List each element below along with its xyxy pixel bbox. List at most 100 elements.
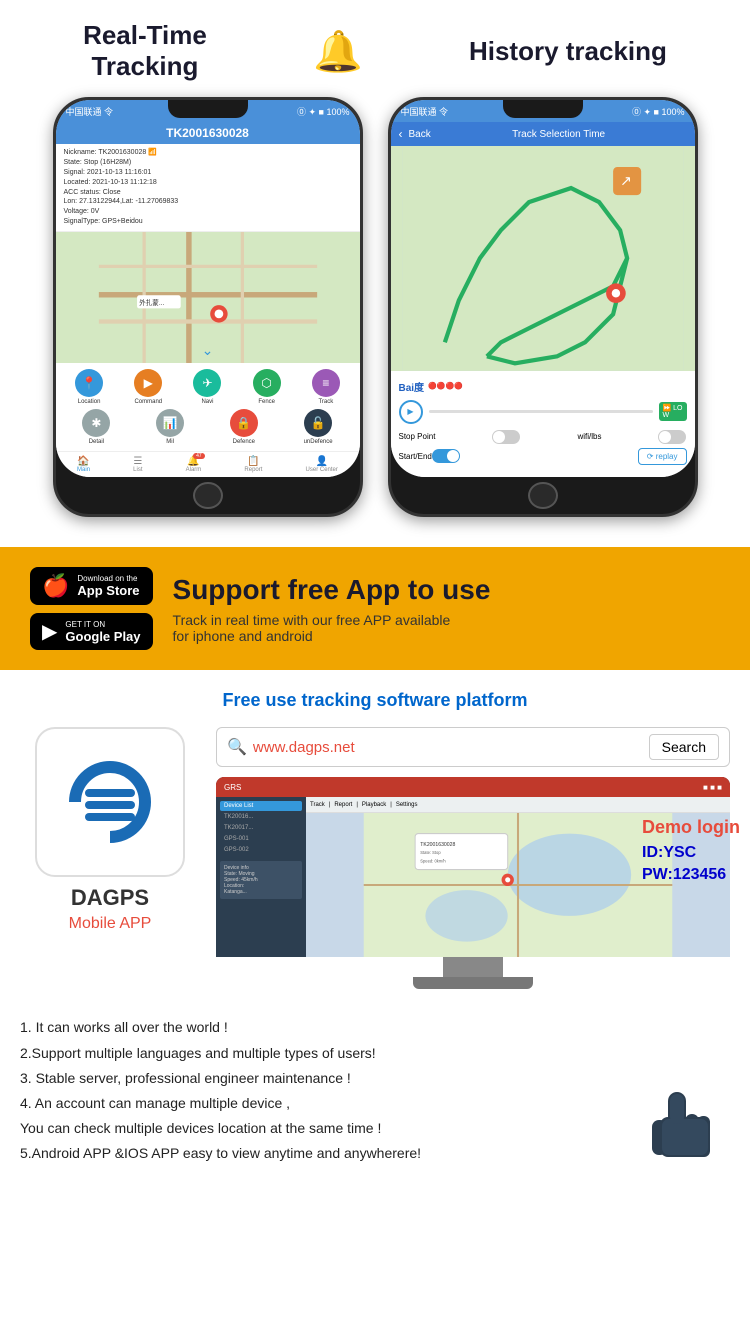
gps-sidebar-item[interactable]: GPS-001: [220, 834, 302, 844]
real-time-title: Real-TimeTracking: [83, 20, 207, 82]
svg-text:外扎蒙...: 外扎蒙...: [139, 298, 164, 307]
google-play-line1: GET IT ON: [65, 620, 140, 629]
demo-login-title: Demo login: [642, 817, 740, 838]
google-play-button[interactable]: ▶ GET IT ON Google Play: [30, 613, 153, 650]
feature-item-1: 1. It can works all over the world !: [20, 1015, 730, 1040]
right-phone-header: ‹ Back Track Selection Time: [391, 122, 695, 146]
app-store-line1: Download on the: [77, 574, 139, 583]
feature-item-3: 3. Stable server, professional engineer …: [20, 1066, 730, 1091]
gps-sidebar-item[interactable]: TK20017...: [220, 823, 302, 833]
svg-text:Speed: 0km/h: Speed: 0km/h: [420, 859, 446, 864]
start-end-label: Start/End: [399, 452, 432, 461]
back-arrow-icon[interactable]: ‹: [399, 127, 403, 141]
replay-button[interactable]: ⟳ replay: [638, 448, 687, 465]
support-title: Support free App to use: [173, 574, 720, 606]
platform-section: Free use tracking software platform DAGP…: [0, 670, 750, 999]
gps-sidebar-item[interactable]: GPS-002: [220, 845, 302, 855]
monitor-base: [413, 977, 533, 989]
banner-text: Support free App to use Track in real ti…: [173, 574, 720, 644]
platform-title: Free use tracking software platform: [20, 690, 730, 711]
speed-badge: ⏩ LOW: [659, 402, 687, 421]
demo-id: ID:YSC: [642, 844, 740, 862]
nav-main[interactable]: 🏠 Main: [77, 456, 90, 473]
left-phone-map: 外扎蒙... ⌄: [56, 232, 360, 363]
nav-list[interactable]: ☰ List: [133, 456, 142, 473]
yellow-banner: 🍎 Download on the App Store ▶ GET IT ON …: [0, 547, 750, 670]
navi-btn[interactable]: ✈ Navi: [193, 369, 221, 405]
svg-text:State: Stop: State: Stop: [420, 851, 441, 856]
track-btn[interactable]: ≡ Track: [312, 369, 340, 405]
monitor-stand: [443, 957, 503, 977]
bell-icon: 🔔: [313, 28, 363, 75]
feature-item-5: 5.Android APP &IOS APP easy to view anyt…: [20, 1141, 730, 1166]
google-play-line2: Google Play: [65, 629, 140, 644]
gps-sidebar-item[interactable]: TK20016...: [220, 812, 302, 822]
right-home-button[interactable]: [528, 482, 558, 510]
wifi-lbs-label: wifi/lbs: [577, 432, 601, 441]
thumbs-up-icon: [630, 1072, 730, 1177]
nav-report[interactable]: 📋 Report: [244, 456, 262, 473]
monitor-container: GRS ■ ■ ■ Device List TK20016... TK20017…: [216, 777, 730, 989]
search-button[interactable]: Search: [649, 734, 719, 760]
undefence-btn[interactable]: 🔓 unDefence: [304, 409, 333, 445]
defence-btn[interactable]: 🔒 Defence: [230, 409, 258, 445]
stop-point-toggle[interactable]: [492, 430, 520, 444]
left-nav-bar: 🏠 Main ☰ List 🔔 47 Alarm: [56, 451, 360, 477]
right-phone: 中国联通 令 11:16 ⓪ ✦ ■ 100% ‹ Back Track Sel…: [388, 97, 698, 517]
baidu-logo: Bai度: [399, 379, 425, 394]
dagps-logo: [35, 727, 185, 877]
gps-sidebar: Device List TK20016... TK20017... GPS-00…: [216, 797, 306, 957]
stop-point-label: Stop Point: [399, 432, 436, 441]
apple-icon: 🍎: [42, 573, 69, 599]
left-phone-buttons: 📍 Location ▶ Command ✈ Navi ⬡: [56, 363, 360, 451]
phone-notch-left: [168, 100, 248, 118]
left-phone: 中国联通 令 11:16 ⓪ ✦ ■ 100% TK2001630028 Nic…: [53, 97, 363, 517]
feature-item-2: 2.Support multiple languages and multipl…: [20, 1041, 730, 1066]
detail-btn[interactable]: ✱ Detail: [82, 409, 110, 445]
mobile-app-area: DAGPS Mobile APP: [20, 727, 200, 933]
back-label[interactable]: Back: [409, 129, 431, 140]
phones-row: 中国联通 令 11:16 ⓪ ✦ ■ 100% TK2001630028 Nic…: [30, 97, 720, 537]
demo-login-area: Demo login ID:YSC PW:123456: [642, 817, 740, 884]
nav-alarm[interactable]: 🔔 47 Alarm: [186, 456, 202, 473]
app-store-line2: App Store: [77, 583, 139, 598]
command-btn[interactable]: ▶ Command: [134, 369, 162, 405]
start-end-toggle[interactable]: [432, 449, 460, 463]
track-progress-bar[interactable]: [429, 410, 653, 413]
search-bar: 🔍 Search: [216, 727, 730, 767]
left-phone-screen: 中国联通 令 11:16 ⓪ ✦ ■ 100% TK2001630028 Nic…: [56, 100, 360, 476]
feature-item-4: 4. An account can manage multiple device…: [20, 1091, 730, 1116]
phone-notch-right: [503, 100, 583, 118]
dagps-label: DAGPS: [71, 885, 149, 911]
svg-text:TK2001630028: TK2001630028: [420, 842, 455, 848]
demo-pw: PW:123456: [642, 866, 740, 884]
history-title: History tracking: [469, 36, 667, 67]
gps-header: GRS ■ ■ ■: [216, 777, 730, 797]
track-controls: Bai度 🔴🔴🔴🔴 ▶ ⏩ LOW Stop Point wifi/lbs: [391, 371, 695, 477]
left-phone-header: TK2001630028: [56, 122, 360, 144]
app-store-button[interactable]: 🍎 Download on the App Store: [30, 567, 153, 605]
wifi-lbs-toggle[interactable]: [658, 430, 686, 444]
play-button[interactable]: ▶: [399, 400, 423, 424]
location-btn[interactable]: 📍 Location: [75, 369, 103, 405]
search-icon: 🔍: [227, 737, 247, 757]
support-subtitle: Track in real time with our free APP ava…: [173, 612, 720, 644]
mobile-app-label: Mobile APP: [69, 915, 152, 933]
nav-user-center[interactable]: 👤 User Center: [306, 456, 338, 473]
left-home-button[interactable]: [193, 482, 223, 510]
left-phone-info: Nickname: TK2001630028 📶 State: Stop (16…: [56, 144, 360, 231]
right-phone-screen: 中国联通 令 11:16 ⓪ ✦ ■ 100% ‹ Back Track Sel…: [391, 100, 695, 476]
fence-btn[interactable]: ⬡ Fence: [253, 369, 281, 405]
gps-toolbar: Track | Report | Playback | Settings: [306, 797, 730, 813]
svg-text:↗: ↗: [620, 173, 632, 189]
store-buttons: 🍎 Download on the App Store ▶ GET IT ON …: [30, 567, 153, 650]
chevron-down-icon: ⌄: [202, 342, 214, 359]
features-section: 1. It can works all over the world ! 2.S…: [0, 999, 750, 1186]
platform-content: DAGPS Mobile APP 🔍 Search GRS ■ ■ ■: [20, 727, 730, 989]
track-selection-title: Track Selection Time: [431, 129, 687, 140]
play-triangle-icon: ▶: [42, 619, 57, 644]
website-url-input[interactable]: [253, 739, 649, 756]
features-list: 1. It can works all over the world ! 2.S…: [20, 1015, 730, 1166]
mil-btn[interactable]: 📊 Mil: [156, 409, 184, 445]
gps-sidebar-item[interactable]: Device List: [220, 801, 302, 811]
